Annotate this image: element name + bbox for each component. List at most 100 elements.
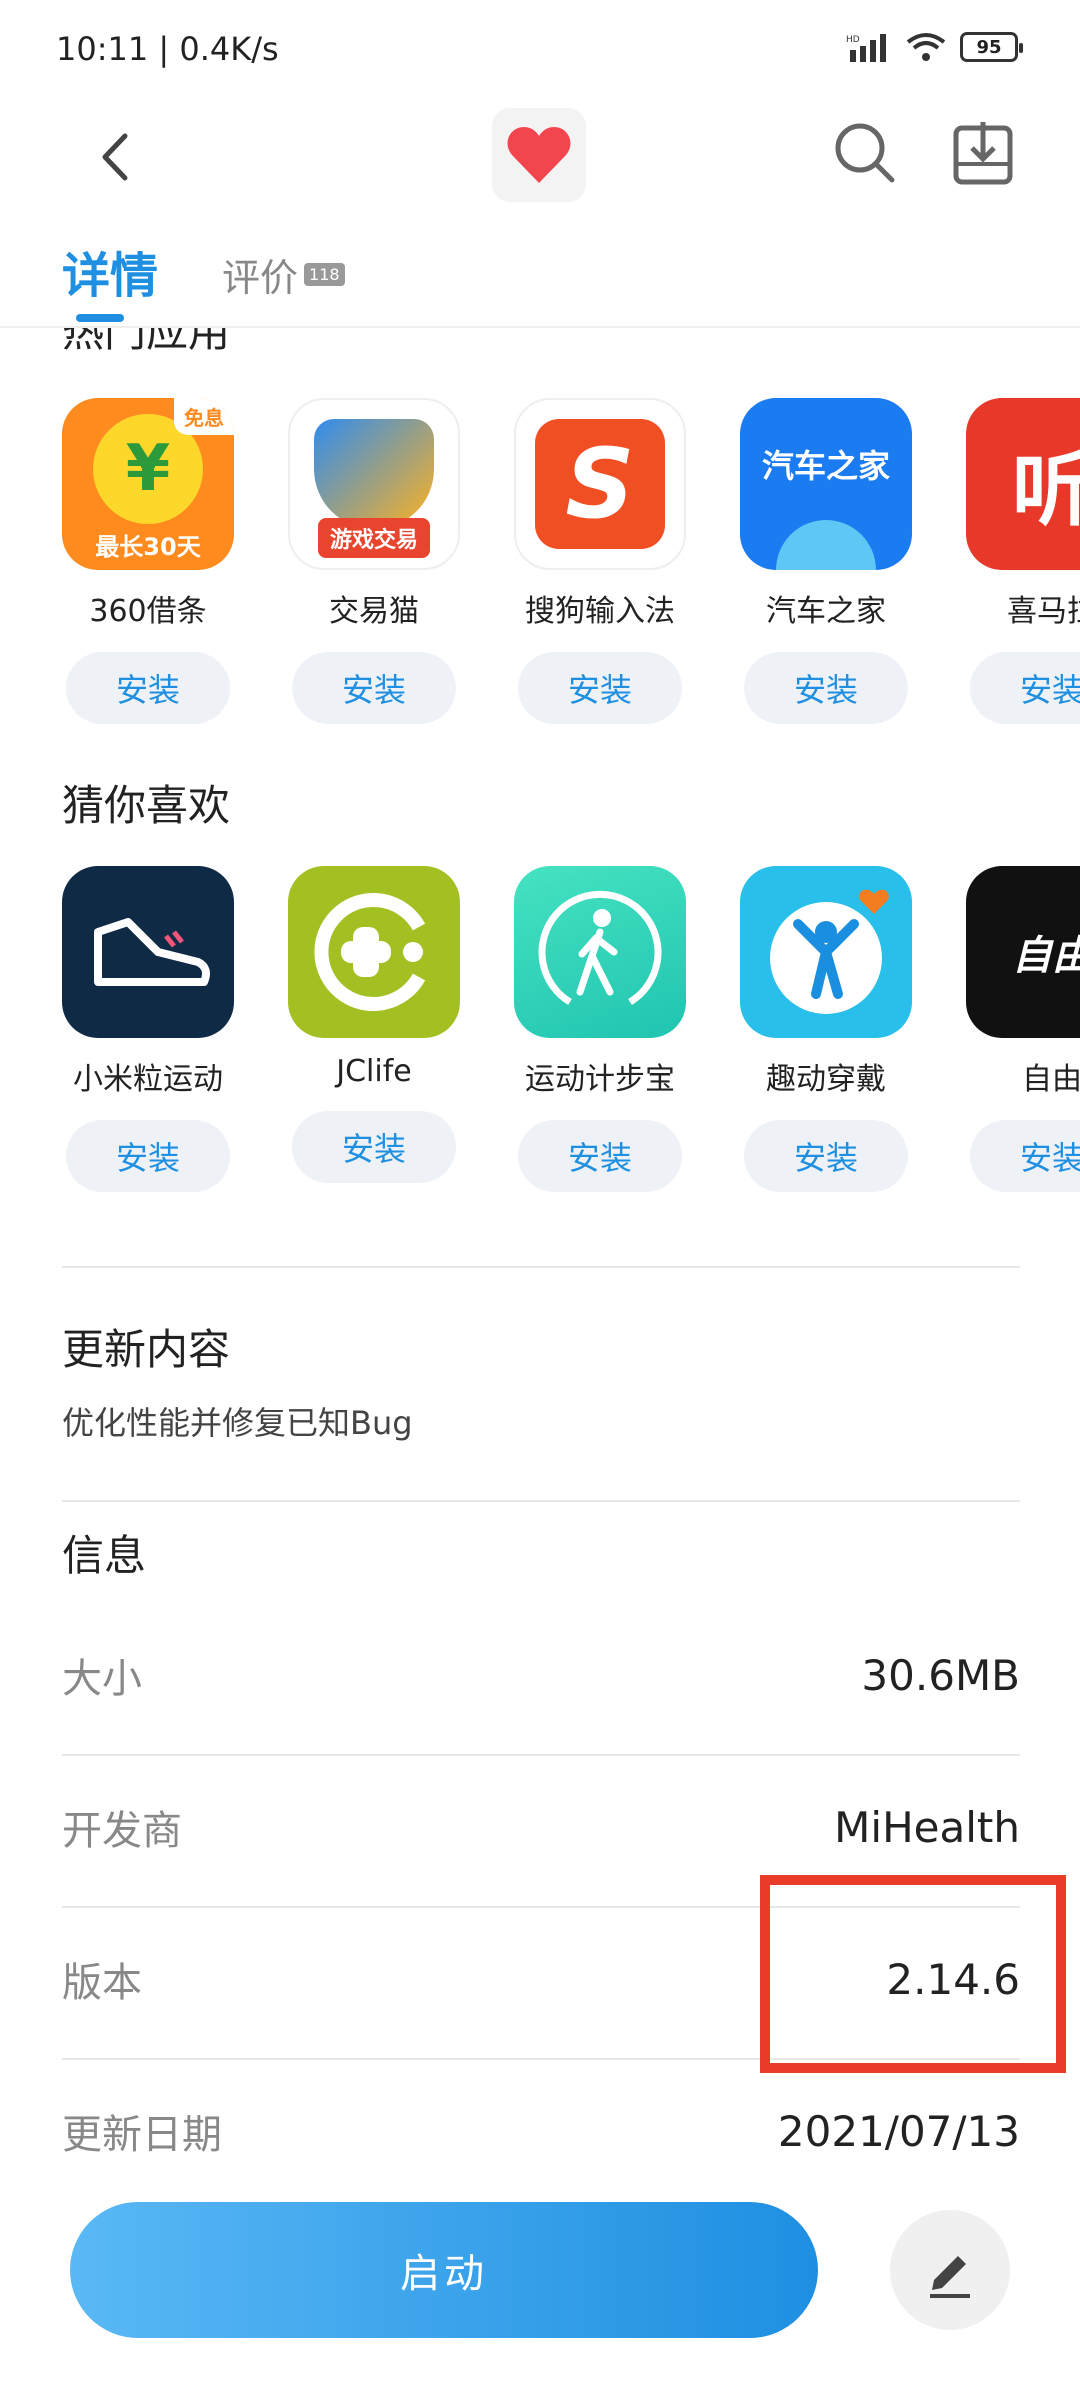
app-card[interactable]: 趣动穿戴 安装 — [740, 866, 912, 1192]
install-button[interactable]: 安装 — [970, 1120, 1080, 1192]
app-card[interactable]: 运动计步宝 安装 — [514, 866, 686, 1192]
app-name: 运动计步宝 — [525, 1062, 675, 1097]
icon-title-text: 汽车之家 — [761, 447, 890, 485]
info-label: 更新日期 — [62, 2112, 222, 2158]
jclife-logo-icon — [314, 893, 426, 1011]
back-button[interactable] — [80, 122, 150, 192]
app-icon-ximalaya: 听 — [966, 398, 1080, 570]
app-name: 交易猫 — [329, 594, 419, 629]
app-card[interactable]: 游戏交易 交易猫 安装 — [288, 398, 460, 724]
section-title-hot-apps: 热门应用 — [62, 328, 231, 356]
app-icon-pedometer — [514, 866, 686, 1038]
status-icons: HD 95 — [846, 32, 1023, 62]
hot-apps-row: ¥ 免息 最长30天 360借条 安装 游戏交易 交易猫 安装 S 搜狗输入法 … — [62, 398, 1080, 724]
sogou-s-icon: S — [535, 419, 665, 549]
info-row-size: 大小 30.6MB — [62, 1640, 1020, 1710]
cat-logo-icon — [314, 419, 434, 529]
status-bar: 10:11 | 0.4K/s HD 95 — [0, 0, 1080, 100]
detail-tabs: 详情 评价 118 — [62, 240, 345, 322]
app-name: JClife — [336, 1054, 412, 1089]
app-icon-autohome: 汽车之家 — [740, 398, 912, 570]
tab-reviews-label: 评价 — [222, 256, 299, 300]
app-card[interactable]: S 搜狗输入法 安装 — [514, 398, 686, 724]
icon-subtext: 游戏交易 — [317, 518, 430, 558]
app-card[interactable]: 听 喜马拉 安装 — [966, 398, 1080, 724]
search-button[interactable] — [830, 118, 900, 188]
info-label: 大小 — [62, 1656, 142, 1702]
app-icon-jiaoyimao: 游戏交易 — [288, 398, 460, 570]
app-icon-xiaomili — [62, 866, 234, 1038]
free-interest-tag: 免息 — [174, 398, 234, 435]
recommend-row-clip: 小米粒运动 安装 JClife 安装 运动计步宝 安装 趣动穿戴 安装 自 自由… — [0, 866, 1080, 1206]
app-icon-ziyou: 自由 — [966, 866, 1080, 1038]
info-value: 2021/07/13 — [777, 2106, 1020, 2156]
app-icon-qudong — [740, 866, 912, 1038]
app-name: 喜马拉 — [1007, 594, 1080, 629]
version-highlight-box — [760, 1875, 1066, 2073]
mascot-icon — [776, 520, 876, 570]
heart-icon — [507, 127, 571, 183]
install-button[interactable]: 安装 — [518, 652, 682, 724]
info-value: 30.6MB — [861, 1650, 1020, 1700]
download-icon — [953, 122, 1013, 185]
info-row-developer: 开发商 MiHealth — [62, 1792, 1020, 1862]
tab-details[interactable]: 详情 — [62, 236, 158, 322]
app-card[interactable]: ¥ 免息 最长30天 360借条 安装 — [62, 398, 234, 724]
app-card[interactable]: 自由 自由 安装 — [966, 866, 1080, 1192]
app-icon-jclife — [288, 866, 460, 1038]
battery-indicator: 95 — [960, 32, 1023, 62]
info-value: MiHealth — [834, 1802, 1020, 1852]
status-time: 10:11 | 0.4K/s — [56, 30, 279, 68]
install-button[interactable]: 安装 — [744, 1120, 908, 1192]
search-icon — [835, 123, 895, 183]
download-manager-button[interactable] — [948, 118, 1018, 188]
chevron-left-icon — [102, 133, 128, 181]
icon-subtext: 最长30天 — [95, 533, 201, 561]
hot-apps-row-clip: ¥ 免息 最长30天 360借条 安装 游戏交易 交易猫 安装 S 搜狗输入法 … — [0, 398, 1080, 738]
install-button[interactable]: 安装 — [292, 1111, 456, 1183]
section-title-update: 更新内容 — [62, 1325, 231, 1374]
section-divider — [62, 1266, 1020, 1268]
app-name: 搜狗输入法 — [525, 594, 675, 629]
listen-icon: 听 — [1012, 444, 1080, 537]
section-divider — [62, 1500, 1020, 1502]
launch-button[interactable]: 启动 — [70, 2202, 818, 2338]
app-name: 360借条 — [89, 594, 207, 629]
row-divider — [62, 1754, 1020, 1756]
section-title-info: 信息 — [62, 1531, 147, 1580]
app-icon-360jietiao: ¥ 免息 最长30天 — [62, 398, 234, 570]
app-card[interactable]: 汽车之家 汽车之家 安装 — [740, 398, 912, 724]
install-button[interactable]: 安装 — [292, 652, 456, 724]
update-notes: 优化性能并修复已知Bug — [62, 1404, 413, 1442]
install-button[interactable]: 安装 — [970, 652, 1080, 724]
app-logo — [492, 108, 586, 202]
write-review-button[interactable] — [890, 2210, 1010, 2330]
app-card[interactable]: JClife 安装 — [288, 866, 460, 1192]
cheering-person-icon — [770, 889, 889, 1014]
install-button[interactable]: 安装 — [744, 652, 908, 724]
install-button[interactable]: 安装 — [66, 652, 230, 724]
tab-reviews[interactable]: 评价 118 — [222, 247, 345, 320]
install-button[interactable]: 安装 — [518, 1120, 682, 1192]
sneaker-icon — [94, 918, 210, 986]
info-label: 开发商 — [62, 1808, 182, 1854]
hot-apps-title-clip: 热门应用 — [0, 328, 1080, 358]
recommend-row: 小米粒运动 安装 JClife 安装 运动计步宝 安装 趣动穿戴 安装 自 自由… — [62, 866, 1080, 1192]
info-label: 版本 — [62, 1960, 142, 2006]
signal-icon: HD — [846, 34, 886, 62]
wifi-icon — [906, 33, 946, 61]
icon-title-text: 自由 — [1012, 933, 1080, 979]
svg-text:HD: HD — [846, 35, 860, 45]
info-row-update-date: 更新日期 2021/07/13 — [62, 2096, 1020, 2166]
pencil-icon — [930, 2256, 970, 2298]
app-header — [0, 100, 1080, 230]
app-name: 趣动穿戴 — [766, 1062, 886, 1097]
app-name: 小米粒运动 — [73, 1062, 223, 1097]
review-count-badge: 118 — [304, 263, 345, 286]
walking-person-icon — [538, 890, 662, 1005]
section-title-recommend: 猜你喜欢 — [62, 781, 231, 830]
app-card[interactable]: 小米粒运动 安装 — [62, 866, 234, 1192]
app-name: 汽车之家 — [766, 594, 886, 629]
install-button[interactable]: 安装 — [66, 1120, 230, 1192]
app-name: 自由 — [1022, 1062, 1080, 1097]
